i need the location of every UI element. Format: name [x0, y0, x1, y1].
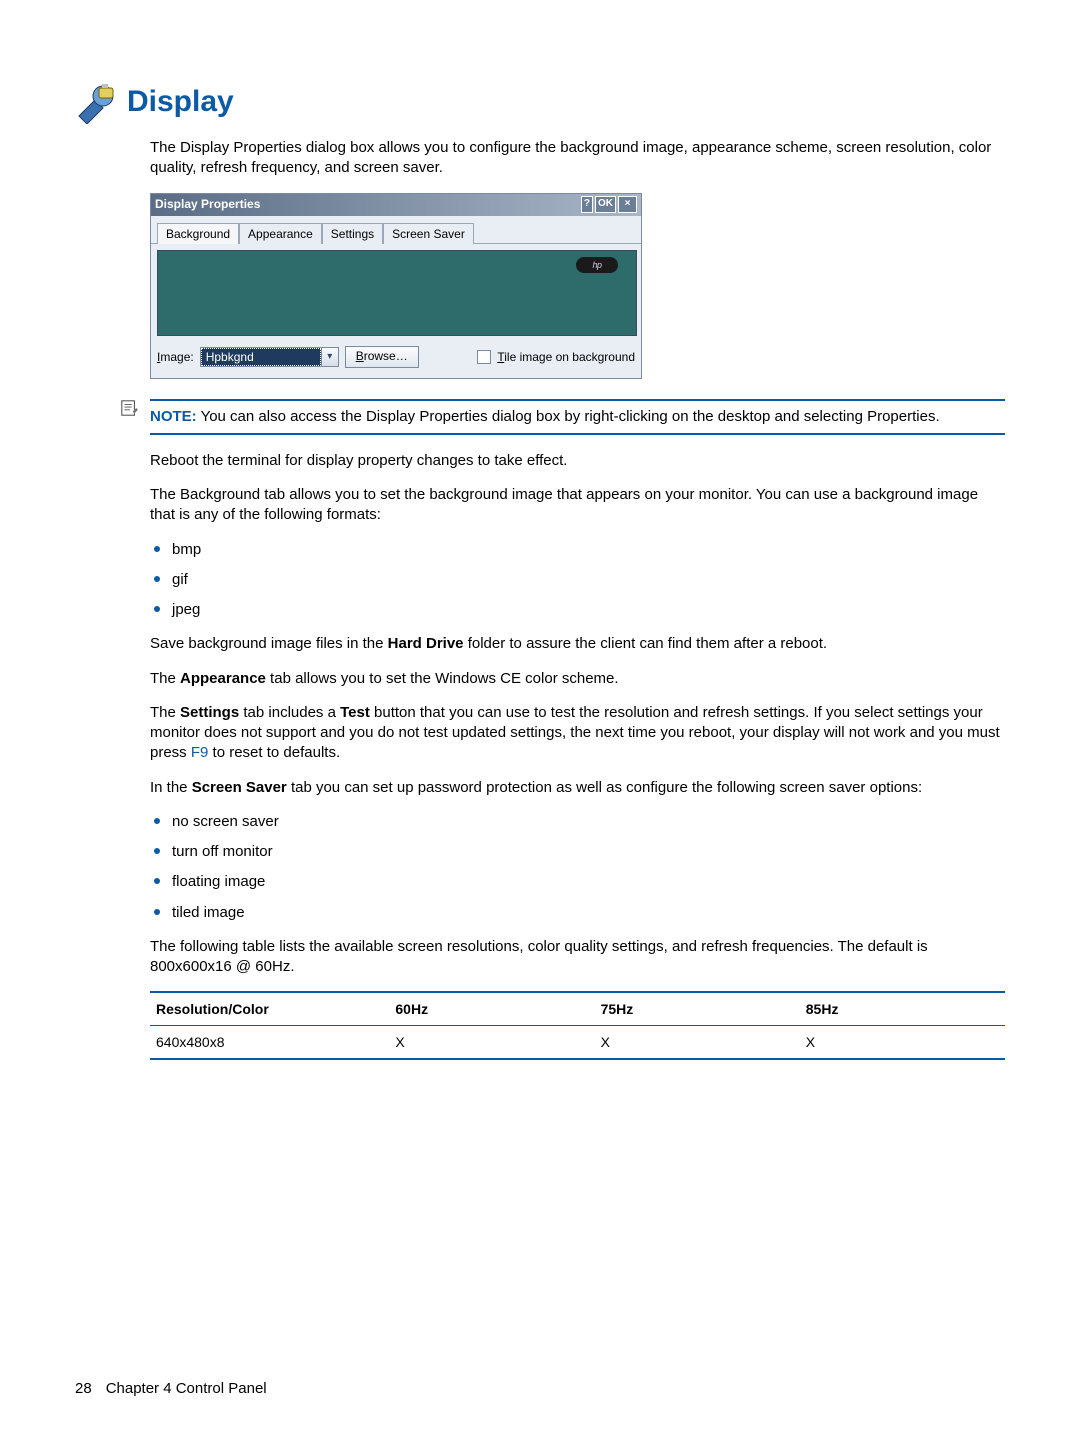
- settings-paragraph: The Settings tab includes a Test button …: [150, 703, 1005, 764]
- display-properties-dialog: Display Properties ? OK × Background App…: [150, 193, 1005, 379]
- tab-appearance[interactable]: Appearance: [239, 223, 322, 244]
- titlebar-close-button[interactable]: ×: [618, 196, 637, 213]
- table-intro-paragraph: The following table lists the available …: [150, 937, 1005, 978]
- tile-checkbox[interactable]: [477, 350, 491, 364]
- page-title: Display: [127, 85, 234, 119]
- cell-85: X: [800, 1026, 1005, 1060]
- tab-screen-saver[interactable]: Screen Saver: [383, 223, 474, 244]
- note-box: NOTE: You can also access the Display Pr…: [150, 399, 1005, 435]
- tab-background[interactable]: Background: [157, 223, 239, 244]
- intro-paragraph: The Display Properties dialog box allows…: [150, 138, 1005, 179]
- col-85hz: 85Hz: [800, 992, 1005, 1026]
- note-label: NOTE:: [150, 408, 197, 425]
- image-combobox[interactable]: Hpbkgnd ▾: [200, 347, 339, 367]
- note-icon: [120, 399, 140, 423]
- format-list: bmp gif jpeg: [150, 540, 1005, 621]
- dialog-title-text: Display Properties: [155, 196, 260, 212]
- list-item: gif: [150, 570, 1005, 590]
- reboot-paragraph: Reboot the terminal for display property…: [150, 451, 1005, 471]
- list-item: turn off monitor: [150, 842, 1005, 862]
- page-number: 28: [75, 1380, 92, 1397]
- cell-60: X: [389, 1026, 594, 1060]
- page-footer: 28 Chapter 4 Control Panel: [75, 1380, 267, 1397]
- note-body: You can also access the Display Properti…: [201, 408, 940, 425]
- list-item: jpeg: [150, 600, 1005, 620]
- titlebar-help-button[interactable]: ?: [581, 196, 593, 213]
- list-item: bmp: [150, 540, 1005, 560]
- col-resolution: Resolution/Color: [150, 992, 389, 1026]
- background-preview: hp: [157, 250, 637, 336]
- resolution-table: Resolution/Color 60Hz 75Hz 85Hz 640x480x…: [150, 991, 1005, 1060]
- chevron-down-icon[interactable]: ▾: [321, 348, 338, 366]
- appearance-paragraph: The Appearance tab allows you to set the…: [150, 669, 1005, 689]
- background-paragraph: The Background tab allows you to set the…: [150, 485, 1005, 526]
- hp-logo-icon: hp: [576, 257, 618, 273]
- image-label: Image:: [157, 349, 194, 365]
- image-combobox-value: Hpbkgnd: [201, 348, 321, 366]
- cell-label: 640x480x8: [150, 1026, 389, 1060]
- screensaver-option-list: no screen saver turn off monitor floatin…: [150, 812, 1005, 923]
- tab-settings[interactable]: Settings: [322, 223, 383, 244]
- save-paragraph: Save background image files in the Hard …: [150, 634, 1005, 654]
- list-item: tiled image: [150, 903, 1005, 923]
- col-60hz: 60Hz: [389, 992, 594, 1026]
- browse-button[interactable]: Browse…: [345, 346, 419, 368]
- dialog-titlebar: Display Properties ? OK ×: [151, 194, 641, 216]
- dialog-tabs: Background Appearance Settings Screen Sa…: [151, 216, 641, 244]
- chapter-label: Chapter 4 Control Panel: [106, 1380, 267, 1397]
- list-item: floating image: [150, 872, 1005, 892]
- list-item: no screen saver: [150, 812, 1005, 832]
- cell-75: X: [595, 1026, 800, 1060]
- col-75hz: 75Hz: [595, 992, 800, 1026]
- screensaver-paragraph: In the Screen Saver tab you can set up p…: [150, 778, 1005, 798]
- tile-checkbox-label: Tile image on background: [497, 349, 635, 365]
- display-icon: [75, 80, 119, 124]
- table-header-row: Resolution/Color 60Hz 75Hz 85Hz: [150, 992, 1005, 1026]
- titlebar-ok-button[interactable]: OK: [595, 196, 616, 213]
- table-row: 640x480x8 X X X: [150, 1026, 1005, 1060]
